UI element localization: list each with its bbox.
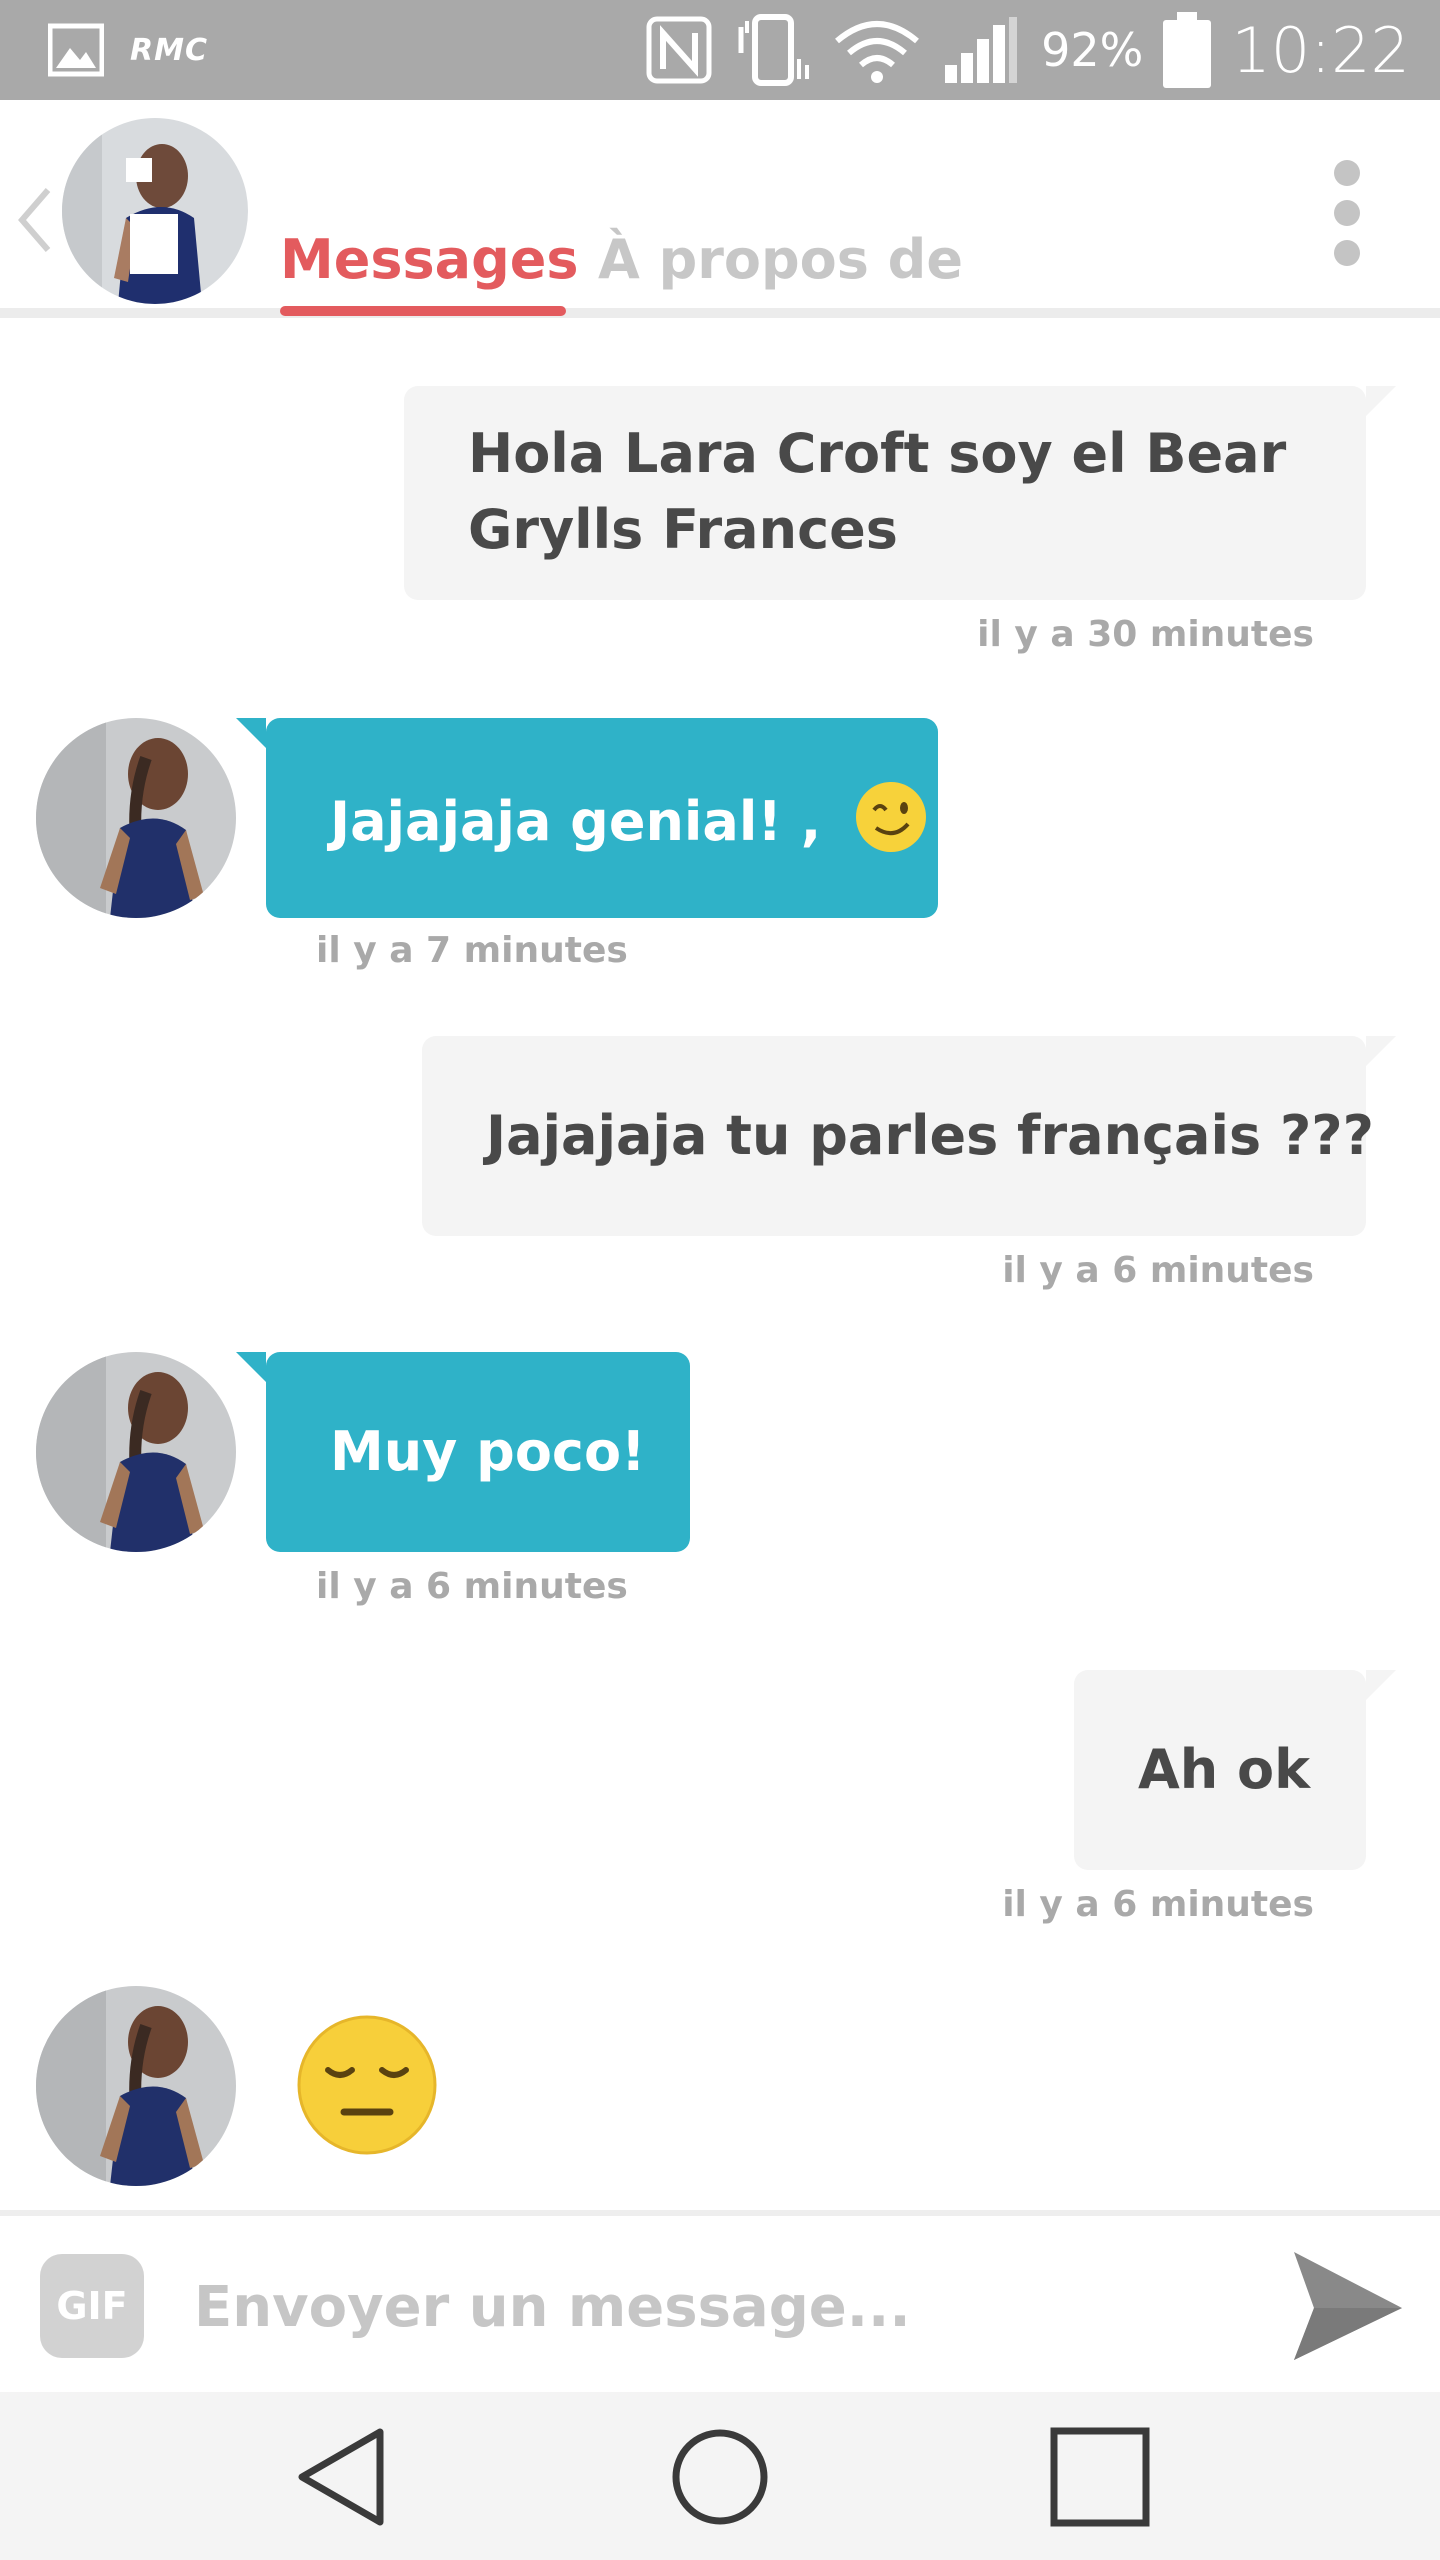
- gif-button[interactable]: GIF: [40, 2254, 144, 2358]
- message-timestamp: il y a 6 minutes: [1002, 1250, 1314, 1291]
- message-bubble-outgoing[interactable]: Jajajaja tu parles français ???: [422, 1036, 1396, 1236]
- message-timestamp: il y a 6 minutes: [316, 1566, 628, 1607]
- system-nav-bar: [0, 2392, 1440, 2560]
- sender-avatar[interactable]: [36, 1352, 236, 1552]
- message-bubble-incoming[interactable]: Muy poco!: [236, 1352, 690, 1552]
- more-options-icon[interactable]: [1322, 158, 1372, 268]
- message-bubble-outgoing[interactable]: Hola Lara Croft soy el Bear Grylls Franc…: [404, 386, 1396, 600]
- message-timestamp: il y a 6 minutes: [1002, 1884, 1314, 1925]
- recents-square-icon[interactable]: [1040, 2422, 1160, 2532]
- composer-divider: [0, 2210, 1440, 2216]
- winking-face-emoji: [856, 782, 927, 852]
- tab-about[interactable]: À propos de: [598, 228, 963, 291]
- nfc-icon: [646, 16, 712, 84]
- message-text: Ah ok: [1138, 1738, 1311, 1801]
- sender-avatar[interactable]: [36, 718, 236, 918]
- home-circle-icon[interactable]: [660, 2422, 780, 2532]
- vibrate-icon: [738, 14, 810, 86]
- message-text: Jajajaja tu parles français ???: [486, 1104, 1374, 1167]
- message-text: Jajajaja genial! ,: [330, 790, 822, 853]
- chat-header: Messages À propos de: [0, 100, 1440, 320]
- status-bar-left: RMC: [48, 22, 208, 78]
- tab-messages[interactable]: Messages: [280, 228, 579, 291]
- status-bar: RMC 92% 10:22: [0, 0, 1440, 100]
- send-icon[interactable]: [1288, 2246, 1408, 2366]
- sender-avatar[interactable]: [36, 1986, 236, 2186]
- battery-percent: 92%: [1041, 23, 1144, 77]
- back-chevron-icon[interactable]: [14, 180, 54, 260]
- back-triangle-icon[interactable]: [284, 2422, 404, 2532]
- clock: 10:22: [1231, 13, 1410, 87]
- header-divider: [0, 308, 1440, 318]
- signal-icon: [945, 17, 1018, 83]
- message-timestamp: il y a 7 minutes: [316, 930, 628, 971]
- message-bubble-incoming[interactable]: Jajajaja genial! ,: [236, 718, 938, 918]
- status-bar-right: 92% 10:22: [645, 0, 1410, 100]
- message-input[interactable]: [170, 2252, 1220, 2362]
- message-timestamp: il y a 30 minutes: [977, 614, 1314, 655]
- battery-icon: [1163, 12, 1212, 88]
- profile-avatar[interactable]: [62, 118, 248, 304]
- message-text: Grylls Frances: [468, 498, 898, 561]
- image-icon: [48, 23, 104, 77]
- active-tab-indicator: [280, 306, 566, 316]
- message-text: Hola Lara Croft soy el Bear: [468, 422, 1287, 485]
- message-bubble-outgoing[interactable]: Ah ok: [1074, 1670, 1396, 1870]
- wifi-icon: [835, 21, 920, 83]
- message-text: Muy poco!: [330, 1420, 646, 1483]
- carrier-label: RMC: [130, 32, 208, 68]
- relieved-face-emoji[interactable]: [296, 2014, 438, 2156]
